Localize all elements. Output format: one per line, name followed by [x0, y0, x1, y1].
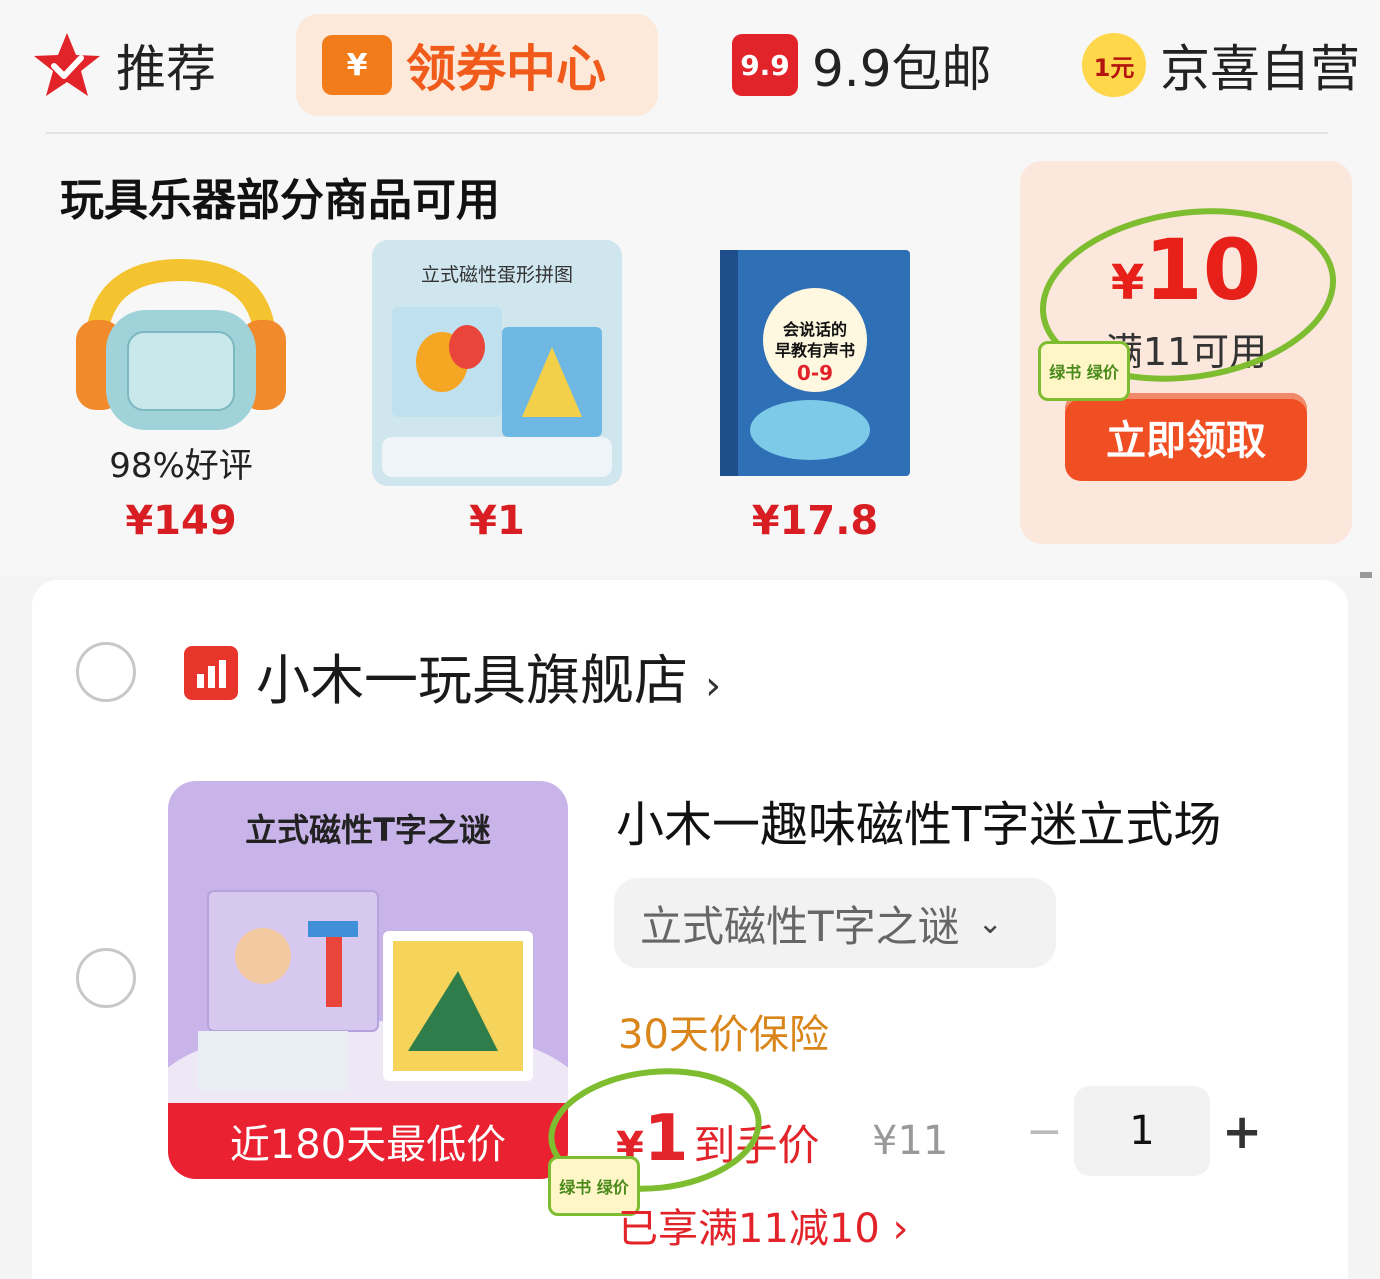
price-protection-label: 30天价保险	[618, 1012, 829, 1058]
chevron-down-icon: ⌄	[977, 905, 1003, 941]
item-select-radio[interactable]	[76, 948, 136, 1008]
product-caption: 立式磁性蛋形拼图	[420, 264, 573, 286]
increase-quantity-button[interactable]: +	[1222, 1106, 1262, 1158]
tab-coupon-center[interactable]: ¥ 领券中心	[296, 14, 658, 116]
product-image: 会说话的 早教有声书 0-9	[690, 240, 940, 486]
chevron-right-icon: ›	[705, 663, 722, 709]
quantity-input[interactable]: 1	[1074, 1086, 1210, 1176]
discount-info-link[interactable]: 已享满11减10 ›	[618, 1196, 909, 1254]
decrease-quantity-button[interactable]: −	[1026, 1106, 1063, 1158]
product-price: ¥17.8	[751, 498, 879, 544]
product-price: ¥149	[125, 498, 237, 544]
tab-label: 京喜自营	[1160, 40, 1360, 98]
divider	[46, 132, 1328, 134]
item-title[interactable]: 小木一趣味磁性T字迷立式场	[616, 785, 1221, 855]
promo-area: 推荐 ¥ 领券中心 9.9 9.9包邮 1元 京喜自营 玩具乐器部分商品可用 9	[0, 0, 1380, 575]
tab-free-shipping[interactable]: 9.9 9.9包邮	[732, 14, 992, 116]
coupon-icon: ¥	[322, 35, 392, 95]
star-check-icon	[32, 30, 102, 100]
rating-tag: 98%好评	[109, 446, 253, 486]
svg-text:早教有声书: 早教有声书	[775, 341, 855, 360]
price-tag-icon: 9.9	[732, 34, 798, 96]
lowest-price-banner: 近180天最低价	[168, 1103, 568, 1179]
spec-value: 立式磁性T字之谜	[640, 901, 960, 951]
coupon-card: ¥10 满11可用 立即领取 绿书 绿价	[1020, 161, 1352, 544]
spec-selector[interactable]: 立式磁性T字之谜 ⌄	[614, 878, 1056, 968]
shop-name-link[interactable]: 小木一玩具旗舰店 ›	[256, 636, 721, 715]
item-image[interactable]: 立式磁性T字之谜 近180天最低价	[168, 781, 568, 1179]
original-price: ¥11	[872, 1118, 949, 1164]
green-book-sticker-icon: 绿书 绿价	[1038, 341, 1130, 401]
tab-jingxi[interactable]: 1元 京喜自营	[1082, 14, 1360, 116]
tab-label: 领券中心	[406, 40, 606, 98]
promo-product-3[interactable]: 会说话的 早教有声书 0-9 ¥17.8	[690, 240, 940, 544]
shop-icon	[184, 646, 238, 700]
shop-name: 小木一玩具旗舰店	[256, 649, 688, 712]
svg-text:0-9: 0-9	[797, 361, 833, 385]
one-yuan-badge-icon: 1元	[1082, 33, 1146, 97]
shop-select-radio[interactable]	[76, 642, 136, 702]
promo-title: 玩具乐器部分商品可用	[60, 175, 500, 226]
item-image-caption: 立式磁性T字之谜	[245, 811, 491, 849]
tab-recommend[interactable]: 推荐	[32, 14, 216, 116]
claim-coupon-button[interactable]: 立即领取	[1065, 393, 1307, 481]
promo-product-2[interactable]: 立式磁性蛋形拼图 ¥1	[372, 240, 622, 544]
tab-label: 推荐	[116, 40, 216, 98]
product-price: ¥1	[469, 498, 525, 544]
svg-text:会说话的: 会说话的	[783, 320, 847, 339]
tab-label: 9.9包邮	[812, 40, 992, 98]
nav-tabs: 推荐 ¥ 领券中心 9.9 9.9包邮 1元 京喜自营	[0, 0, 1380, 130]
promo-product-1[interactable]: 98%好评 ¥149	[56, 240, 306, 544]
scrollbar[interactable]	[1360, 572, 1372, 578]
product-image: 立式磁性蛋形拼图	[372, 240, 622, 486]
